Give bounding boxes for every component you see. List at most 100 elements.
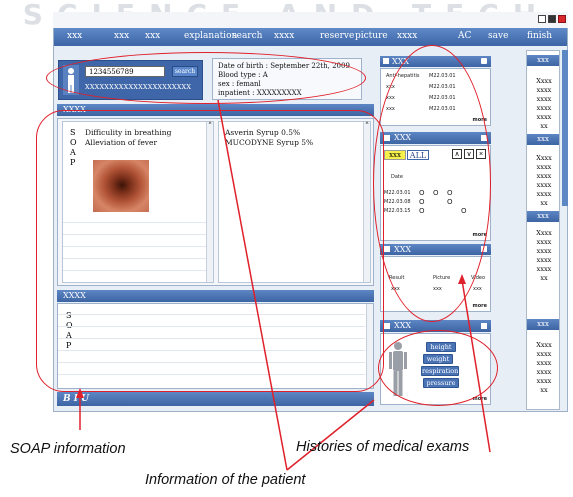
sidebar-button-2[interactable]: xxx xyxy=(527,211,559,222)
sidebar-item[interactable]: xxxx xyxy=(527,377,561,385)
body-panel-collapse-icon[interactable] xyxy=(481,323,487,329)
sidebar-item[interactable]: xxxx xyxy=(527,359,561,367)
throat-image[interactable] xyxy=(93,160,149,212)
text-format-toolbar: B I U xyxy=(57,392,374,406)
body-panel: height weight respiration pressure more xyxy=(380,333,491,405)
mark: O xyxy=(419,198,425,206)
sidebar-button-3[interactable]: xxx xyxy=(527,319,559,330)
sidebar-item[interactable]: Xxxx xyxy=(527,154,561,162)
panel-1-collapse-icon[interactable] xyxy=(481,58,487,64)
panel-2-icon xyxy=(384,135,390,141)
menu-item-xxxx[interactable]: xxxx xyxy=(397,31,417,41)
patient-search-button[interactable]: search xyxy=(172,66,198,77)
body-more-link[interactable]: more xyxy=(472,396,487,402)
menu-ac[interactable]: AC xyxy=(458,31,471,41)
soap-lower-scrollbar[interactable] xyxy=(366,304,373,388)
sidebar-header[interactable]: xxx xyxy=(527,55,559,66)
menu-bar: xxx xxx xxx explanation search xxxx rese… xyxy=(54,28,567,46)
mark: O xyxy=(419,207,425,215)
col-picture: Picture xyxy=(433,275,451,281)
sidebar-item[interactable]: xx xyxy=(527,199,561,207)
soap-letters: SOAP xyxy=(70,128,77,167)
menu-reserve[interactable]: reserve xyxy=(320,31,354,41)
exam-panel-2: xxx ALL ∧ ∨ × Date M22.03.01 M22.03.08 M… xyxy=(380,145,491,241)
sidebar-item[interactable]: xxxx xyxy=(527,368,561,376)
sidebar-item[interactable]: xxxx xyxy=(527,190,561,198)
title-bar xyxy=(53,12,568,28)
sidebar-item[interactable]: xxxx xyxy=(527,238,561,246)
sidebar-item[interactable]: xxxx xyxy=(527,104,561,112)
close-small-icon[interactable]: × xyxy=(476,149,486,159)
height-button[interactable]: height xyxy=(426,342,456,352)
pressure-button[interactable]: pressure xyxy=(423,378,459,388)
patient-sex: sex : femanl xyxy=(218,80,261,88)
exam-1-row-value-3: M22.03.01 xyxy=(429,95,456,101)
exam-1-more-link[interactable]: more xyxy=(472,117,487,123)
sidebar-item[interactable]: xxxx xyxy=(527,172,561,180)
menu-item-2[interactable]: xxx xyxy=(114,31,129,41)
sidebar-item[interactable]: Xxxx xyxy=(527,341,561,349)
up-arrow-icon[interactable]: ∧ xyxy=(452,149,462,159)
exam-panel-3: Result Picture Video xxx xxx xxx more xyxy=(380,256,491,312)
soap-upper-header: XXXX xyxy=(57,104,374,116)
sidebar-item[interactable]: xxxx xyxy=(527,95,561,103)
sidebar-item[interactable]: xxxx xyxy=(527,181,561,189)
minimize-icon[interactable] xyxy=(538,15,546,23)
soap-left-scrollbar[interactable]: ^ xyxy=(206,122,213,282)
sidebar-item[interactable]: xxxx xyxy=(527,350,561,358)
patient-blood-type: Blood type : A xyxy=(218,71,268,79)
exam-2-more-link[interactable]: more xyxy=(472,232,487,238)
menu-search[interactable]: search xyxy=(232,31,262,41)
soap-left-area[interactable]: SOAP Difficulity in breathing Alleviatio… xyxy=(62,121,214,283)
date-row-2: M22.03.08 xyxy=(384,199,411,205)
sidebar-item[interactable]: Xxxx xyxy=(527,229,561,237)
soap-right-scrollbar[interactable]: ^ xyxy=(363,122,370,282)
annotation-patient: Information of the patient xyxy=(145,472,306,488)
menu-finish[interactable]: finish xyxy=(527,31,552,41)
sidebar-scroll-strip[interactable] xyxy=(562,50,568,206)
menu-item-1[interactable]: xxx xyxy=(67,31,82,41)
col-video: Video xyxy=(471,275,486,281)
menu-explanation[interactable]: explanation xyxy=(184,31,237,41)
sidebar-item[interactable]: xxxx xyxy=(527,256,561,264)
menu-save[interactable]: save xyxy=(488,31,508,41)
patient-id-input[interactable]: 1234556789 xyxy=(85,66,165,77)
sidebar-item[interactable]: xxxx xyxy=(527,247,561,255)
annotation-exams: Histories of medical exams xyxy=(296,439,470,455)
down-arrow-icon[interactable]: ∨ xyxy=(464,149,474,159)
menu-item-6[interactable]: xxxx xyxy=(274,31,294,41)
panel-3-collapse-icon[interactable] xyxy=(481,246,487,252)
sidebar-item[interactable]: xx xyxy=(527,122,561,130)
panel-2-collapse-icon[interactable] xyxy=(481,135,487,141)
exam-panel-1: Anti-hepatitis M22.03.01 xxx M22.03.01 x… xyxy=(380,68,491,126)
sidebar-item[interactable]: xxxx xyxy=(527,86,561,94)
sidebar-item[interactable]: Xxxx xyxy=(527,77,561,85)
col-result: Result xyxy=(389,275,405,281)
weight-button[interactable]: weight xyxy=(423,354,453,364)
menu-item-3[interactable]: xxx xyxy=(145,31,160,41)
sidebar-item[interactable]: xx xyxy=(527,274,561,282)
soap-right-area[interactable]: Asverin Syrup 0.5% MUCODYNE Syrup 5% ^ xyxy=(218,121,371,283)
tab-all[interactable]: ALL xyxy=(407,150,429,160)
sidebar-item[interactable]: xx xyxy=(527,386,561,394)
scroll-up-icon[interactable]: ^ xyxy=(207,122,213,128)
exam-3-more-link[interactable]: more xyxy=(472,303,487,309)
respiration-button[interactable]: respiration xyxy=(421,366,459,376)
scroll-up-icon-2[interactable]: ^ xyxy=(364,122,370,128)
soap-lower-panel[interactable]: SOAP xyxy=(57,303,374,389)
maximize-icon[interactable] xyxy=(548,15,556,23)
sidebar-item[interactable]: xxxx xyxy=(527,163,561,171)
date-row-3: M22.03.15 xyxy=(384,208,411,214)
body-panel-title: XXX xyxy=(394,321,412,330)
panel-1-icon xyxy=(383,58,389,64)
close-icon[interactable] xyxy=(558,15,566,23)
patient-name: XXXXXXXXXXXXXXXXXXXXXX xyxy=(85,83,192,91)
menu-picture[interactable]: picture xyxy=(355,31,388,41)
exam-panel-1-title: XXX xyxy=(392,57,410,66)
sidebar-item[interactable]: xxxx xyxy=(527,113,561,121)
patient-details: Date of birth : September 22th, 2009 Blo… xyxy=(212,58,362,100)
sidebar-button-1[interactable]: xxx xyxy=(527,134,559,145)
bold-italic-underline-tools[interactable]: B I U xyxy=(63,394,89,404)
sidebar-item[interactable]: xxxx xyxy=(527,265,561,273)
tab-xxx[interactable]: xxx xyxy=(384,150,406,160)
